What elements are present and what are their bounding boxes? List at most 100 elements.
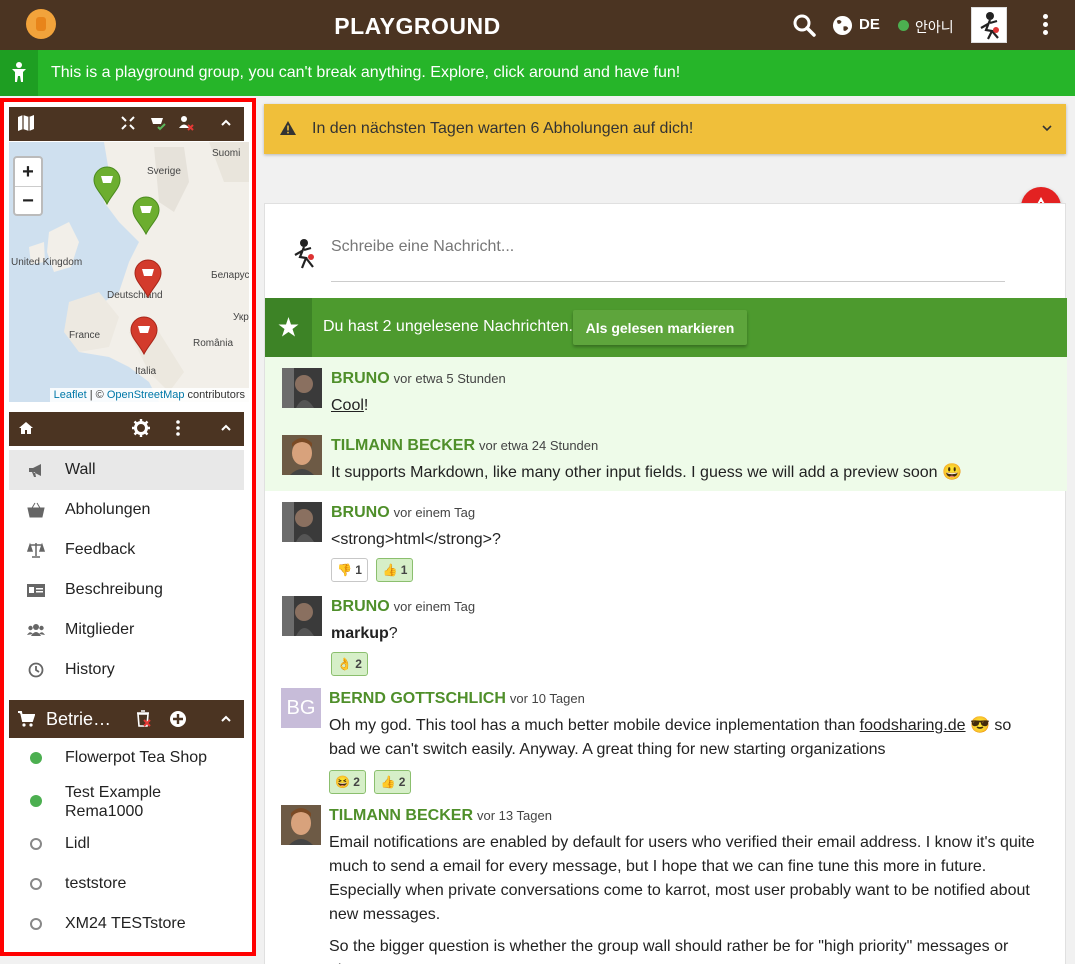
author-name[interactable]: BRUNO (331, 504, 390, 521)
globe-icon[interactable] (832, 15, 853, 36)
online-status-icon (898, 20, 909, 31)
message-text: ! (363, 397, 369, 414)
store-marker-icon[interactable] (131, 196, 161, 236)
author-avatar[interactable]: BG (281, 688, 321, 728)
zoom-in-button[interactable]: + (15, 158, 41, 187)
unread-notice: Du hast 2 ungelesene Nachrichten. Als ge… (265, 298, 1067, 357)
my-avatar (294, 239, 314, 269)
collapse-group-icon[interactable] (217, 419, 235, 437)
settings-gear-icon[interactable] (132, 419, 150, 437)
store-active-icon (30, 795, 42, 807)
nav-item-wall[interactable]: Wall (9, 450, 244, 490)
user-avatar[interactable] (971, 7, 1007, 43)
wall-message: BRUNO vor etwa 5 Stunden Cool! (265, 368, 1067, 418)
author-avatar[interactable] (282, 435, 322, 475)
message-author[interactable]: BRUNO vor einem Tag (331, 598, 475, 616)
message-link[interactable]: Cool (331, 397, 364, 414)
collapse-stores-icon[interactable] (217, 710, 235, 728)
store-inactive-icon (30, 838, 42, 850)
nav-item-history[interactable]: History (9, 650, 244, 690)
nav-item-label: Beschreibung (65, 581, 163, 598)
reaction-thumbs-down[interactable]: 👎 1 (331, 558, 368, 582)
osm-link[interactable]: OpenStreetMap (107, 389, 185, 401)
store-marker-icon[interactable] (129, 316, 159, 356)
reaction-laughing[interactable]: 😆 2 (329, 770, 366, 794)
message-reactions: 😆 2 👍 2 (329, 770, 415, 794)
nav-item-abholungen[interactable]: Abholungen (9, 490, 244, 530)
message-author[interactable]: TILMANN BECKER vor 13 Tagen (329, 807, 552, 825)
map-label-ukraine: Україна (233, 312, 249, 323)
message-input[interactable]: Schreibe eine Nachricht... (331, 230, 1005, 282)
home-icon[interactable] (17, 419, 35, 437)
author-name[interactable]: BRUNO (331, 598, 390, 615)
user-name[interactable]: 안아니 (915, 17, 954, 37)
store-marker-icon[interactable] (133, 259, 163, 299)
reaction-thumbs-up[interactable]: 👍 1 (376, 558, 414, 582)
add-store-icon[interactable] (169, 710, 187, 728)
message-author[interactable]: BRUNO vor etwa 5 Stunden (331, 370, 506, 388)
message-text: It supports Markdown, like many other in… (331, 464, 962, 481)
banner-message: This is a playground group, you can't br… (51, 64, 681, 81)
message-time: vor 10 Tagen (509, 691, 585, 706)
store-name: Lidl (65, 835, 90, 852)
mark-as-read-button[interactable]: Als gelesen markieren (573, 310, 747, 345)
fullscreen-icon[interactable] (119, 114, 137, 132)
store-item[interactable]: Lidl (9, 824, 244, 864)
language-selector[interactable]: DE (859, 16, 880, 33)
message-author[interactable]: BRUNO vor einem Tag (331, 504, 475, 522)
store-marker-icon[interactable] (92, 166, 122, 206)
nav-item-feedback[interactable]: Feedback (9, 530, 244, 570)
collapse-map-icon[interactable] (217, 114, 235, 132)
attribution-tail: contributors (184, 389, 245, 401)
group-title[interactable]: PLAYGROUND (300, 13, 535, 40)
store-item[interactable]: Test Example Rema1000 (9, 778, 244, 824)
author-avatar[interactable] (282, 596, 322, 636)
karrot-logo-icon[interactable] (26, 9, 56, 39)
reaction-thumbs-up[interactable]: 👍 2 (374, 770, 412, 794)
archived-stores-icon[interactable] (134, 710, 152, 728)
show-stores-icon[interactable] (149, 114, 167, 132)
message-author[interactable]: BERND GOTTSCHLICH vor 10 Tagen (329, 690, 585, 708)
message-link[interactable]: foodsharing.de (860, 717, 966, 734)
map-label-uk: United Kingdom (11, 257, 83, 268)
map-label-suomi: Suomi (212, 148, 241, 159)
map-label-romania: România (193, 338, 234, 349)
group-map[interactable]: Suomi Sverige United Kingdom Deutschland… (9, 142, 249, 402)
message-text: Oh my god. This tool has a much better m… (329, 717, 860, 734)
store-item[interactable]: XM24 TESTstore (9, 904, 244, 944)
reaction-ok-hand[interactable]: 👌 2 (331, 652, 368, 676)
stores-panel-header: Betrie… (9, 700, 244, 738)
author-name[interactable]: BRUNO (331, 370, 390, 387)
more-menu-icon[interactable] (1036, 12, 1054, 38)
message-text: ? (388, 625, 398, 642)
map-attribution: Leaflet | © OpenStreetMap contributors (49, 388, 249, 402)
zoom-out-button[interactable]: − (15, 187, 41, 216)
chevron-down-icon[interactable] (1040, 121, 1054, 135)
wall-message: BRUNO vor einem Tag markup? 👌 2 (265, 596, 1067, 680)
group-more-icon[interactable] (169, 419, 187, 437)
leaflet-link[interactable]: Leaflet (54, 389, 87, 401)
author-avatar[interactable] (282, 368, 322, 408)
author-name[interactable]: TILMANN BECKER (331, 437, 475, 454)
author-name[interactable]: BERND GOTTSCHLICH (329, 690, 506, 707)
store-name: teststore (65, 875, 127, 892)
reaction-count: 2 (398, 775, 406, 789)
reaction-emoji: 😆 (335, 775, 350, 789)
nav-item-mitglieder[interactable]: Mitglieder (9, 610, 244, 650)
author-name[interactable]: TILMANN BECKER (329, 807, 473, 824)
nav-item-beschreibung[interactable]: Beschreibung (9, 570, 244, 610)
search-icon[interactable] (792, 13, 816, 37)
author-avatar[interactable] (281, 805, 321, 845)
author-avatar[interactable] (282, 502, 322, 542)
message-body: markup? (331, 622, 1043, 646)
map-panel-header (9, 107, 244, 141)
pickups-alert[interactable]: In den nächsten Tagen warten 6 Abholunge… (264, 104, 1066, 154)
reaction-emoji: 👍 (380, 775, 396, 789)
show-users-icon[interactable] (177, 114, 195, 132)
message-author[interactable]: TILMANN BECKER vor etwa 24 Stunden (331, 437, 598, 455)
reaction-emoji: 👌 (337, 657, 352, 671)
store-item[interactable]: teststore (9, 864, 244, 904)
store-item[interactable]: Flowerpot Tea Shop (9, 738, 244, 778)
message-time: vor etwa 5 Stunden (393, 371, 506, 386)
reaction-count: 1 (400, 563, 408, 577)
